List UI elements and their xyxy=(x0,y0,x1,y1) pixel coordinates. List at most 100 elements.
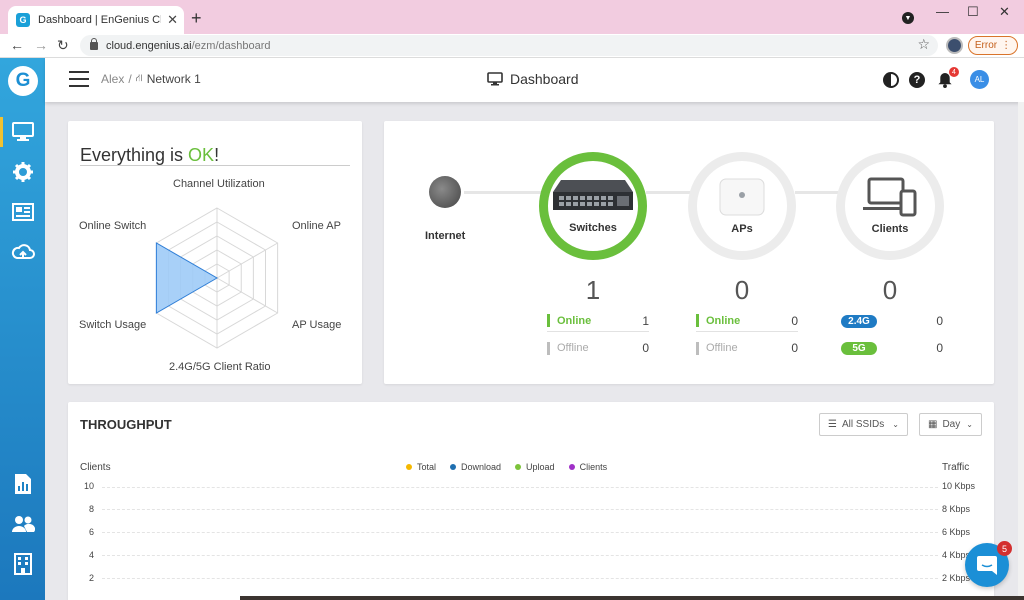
engenius-logo-icon[interactable]: G xyxy=(8,66,38,96)
legend-item-total[interactable]: Total xyxy=(406,462,436,472)
topology-link xyxy=(646,191,694,194)
breadcrumb-network[interactable]: Network 1 xyxy=(147,72,201,86)
offline-label: Offline xyxy=(706,342,738,354)
building-icon xyxy=(13,553,32,575)
switches-online-row: Online 1 xyxy=(547,310,649,332)
network-topology-card: Internet Switches APs Clients 1 0 0 Onli… xyxy=(384,121,994,384)
online-label: Online xyxy=(706,314,741,327)
help-icon[interactable]: ? xyxy=(909,72,925,88)
aps-node[interactable]: APs xyxy=(688,152,796,260)
hamburger-menu-icon[interactable] xyxy=(69,71,89,87)
new-tab-button[interactable]: + xyxy=(191,8,202,28)
back-arrow-icon[interactable]: ← xyxy=(10,36,24,54)
chart-gridline xyxy=(102,532,938,533)
clients-5g-value: 0 xyxy=(936,341,943,355)
offline-indicator xyxy=(696,341,699,355)
y-tick-label: 4 xyxy=(88,550,94,560)
sidebar-item-organization[interactable] xyxy=(0,549,45,579)
y2-tick-label: 10 Kbps xyxy=(942,481,976,491)
health-status-card: Everything is OK! Channel Utilization On… xyxy=(68,121,362,384)
monitor-icon xyxy=(487,72,503,86)
chart-gridline xyxy=(102,487,938,488)
radar-label-channel-utilization: Channel Utilization xyxy=(173,178,265,190)
network-topology-icon: ⛙ xyxy=(135,72,143,84)
aps-offline-row: Offline 0 xyxy=(696,337,798,359)
breadcrumb-user[interactable]: Alex xyxy=(101,72,124,86)
gear-icon xyxy=(12,162,33,182)
close-window-button[interactable]: ✕ xyxy=(999,4,1010,20)
app-header: Alex / ⛙ Network 1 Dashboard ? 4 AL xyxy=(45,58,1024,102)
legend-dot xyxy=(515,464,522,470)
legend-item-download[interactable]: Download xyxy=(450,462,501,472)
legend-item-upload[interactable]: Upload xyxy=(515,462,555,472)
sidebar-item-dashboard[interactable] xyxy=(0,117,45,147)
breadcrumb-separator: / xyxy=(128,72,132,86)
throughput-card: THROUGHPUT ☰ All SSIDs ⌄ ▦ Day ⌄ Clients… xyxy=(68,402,994,600)
aps-label: APs xyxy=(731,223,753,235)
ssid-select[interactable]: ☰ All SSIDs ⌄ xyxy=(819,413,908,436)
radar-label-online-ap: Online AP xyxy=(292,220,341,232)
browser-error-button[interactable]: Error ⋮ xyxy=(968,36,1018,55)
theme-toggle-icon[interactable] xyxy=(883,72,899,88)
radar-label-ap-usage: AP Usage xyxy=(292,319,342,331)
browser-toolbar: ← → ↻ cloud.engenius.ai/ezm/dashboard ☆ … xyxy=(0,34,1024,58)
online-indicator xyxy=(547,314,550,327)
forward-arrow-icon[interactable]: → xyxy=(34,36,48,54)
clients-count: 0 xyxy=(882,275,898,305)
legend-label: Clients xyxy=(579,462,608,472)
sidebar-item-configure[interactable] xyxy=(0,157,45,187)
rss-icon: ☰ xyxy=(828,419,837,430)
clients-node[interactable]: Clients xyxy=(836,152,944,260)
user-avatar[interactable]: AL xyxy=(970,70,989,89)
radar-label-switch-usage: Switch Usage xyxy=(79,319,147,331)
taskbar-strip xyxy=(240,596,1024,600)
breadcrumb: Alex / ⛙ Network 1 xyxy=(101,72,201,86)
tab-search-icon[interactable]: ▼ xyxy=(902,12,914,24)
reload-icon[interactable]: ↻ xyxy=(57,36,69,54)
calendar-icon: ▦ xyxy=(928,419,938,430)
close-tab-icon[interactable]: ✕ xyxy=(167,12,178,28)
band-5g-pill: 5G xyxy=(841,341,877,355)
switches-node[interactable]: Switches xyxy=(539,152,647,260)
range-select[interactable]: ▦ Day ⌄ xyxy=(919,413,982,436)
url-host: cloud.engenius.ai xyxy=(106,39,192,52)
y2-tick-label: 2 Kbps xyxy=(942,573,971,583)
more-vert-icon: ⋮ xyxy=(1001,40,1012,51)
y-tick-label: 8 xyxy=(88,504,94,514)
cloud-upload-icon xyxy=(11,244,35,259)
online-label: Online xyxy=(557,314,592,327)
switches-label: Switches xyxy=(569,222,617,234)
right-axis-title: Traffic xyxy=(942,462,970,473)
laptop-phone-icon xyxy=(863,177,917,217)
radar-label-client-ratio: 2.4G/5G Client Ratio xyxy=(169,361,271,373)
bookmark-star-icon[interactable]: ☆ xyxy=(917,36,930,53)
minimize-window-button[interactable]: — xyxy=(936,4,949,20)
legend-item-clients[interactable]: Clients xyxy=(568,462,608,472)
profile-avatar-icon[interactable] xyxy=(946,37,963,54)
page-scrollbar[interactable] xyxy=(1018,102,1024,600)
url-text: cloud.engenius.ai/ezm/dashboard xyxy=(106,40,271,52)
maximize-window-button[interactable]: ☐ xyxy=(967,4,979,20)
offline-label: Offline xyxy=(557,342,589,354)
aps-offline-value: 0 xyxy=(791,341,798,355)
sidebar-item-reports[interactable] xyxy=(0,197,45,227)
lock-icon[interactable] xyxy=(90,37,98,50)
radar-axis-line xyxy=(216,277,278,314)
offline-indicator xyxy=(547,341,550,355)
sidebar-item-analytics[interactable] xyxy=(0,469,45,499)
browser-tab[interactable]: G Dashboard | EnGenius Cloud - AI ✕ xyxy=(8,6,184,34)
sidebar-item-users[interactable] xyxy=(0,509,45,539)
sidebar-item-cloud-sync[interactable] xyxy=(0,237,45,267)
report-chart-icon xyxy=(14,474,31,494)
url-path: /ezm/dashboard xyxy=(191,39,271,52)
chart-gridline xyxy=(102,555,938,556)
switches-count: 1 xyxy=(585,275,601,305)
address-bar[interactable]: cloud.engenius.ai/ezm/dashboard ☆ xyxy=(80,35,938,56)
chat-badge: 5 xyxy=(997,541,1012,556)
y-tick-label: 10 xyxy=(83,481,94,491)
engenius-favicon-icon: G xyxy=(16,13,30,27)
radar-label-online-switch: Online Switch xyxy=(79,220,147,232)
error-label: Error xyxy=(974,40,998,51)
clients-5g-row: 5G 0 xyxy=(841,337,943,359)
aps-online-row: Online 0 xyxy=(696,310,798,332)
